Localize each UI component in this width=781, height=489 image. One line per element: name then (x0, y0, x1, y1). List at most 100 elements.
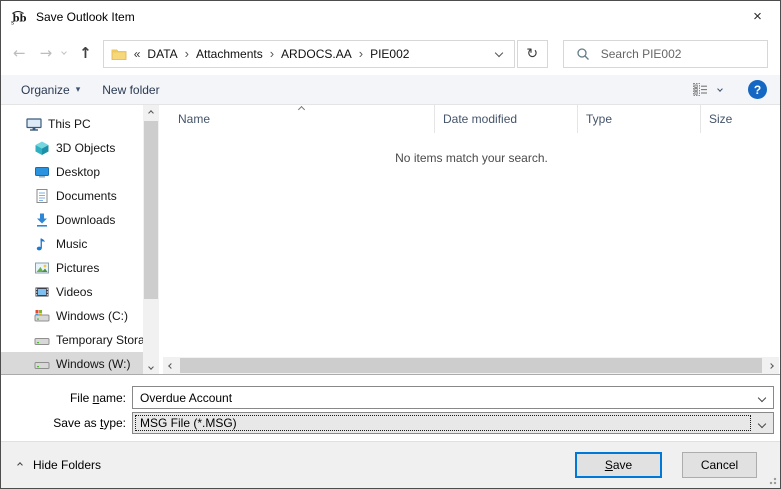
up-icon[interactable]: ↑ (79, 46, 92, 61)
drive-icon (34, 332, 50, 348)
file-name-dropdown-chevron-icon[interactable] (758, 394, 766, 402)
close-icon: × (753, 8, 762, 25)
breadcrumb-item-attachments[interactable]: Attachments (192, 47, 267, 61)
address-bar[interactable]: « DATA›Attachments›ARDOCS.AA›PIE002 (103, 40, 515, 68)
sidebar-item-music[interactable]: Music (1, 232, 143, 256)
resize-grip[interactable] (767, 475, 777, 485)
sidebar-item-videos[interactable]: Videos (1, 280, 143, 304)
breadcrumb-separator-icon: › (359, 46, 363, 61)
sidebar-item-windows-w[interactable]: Windows (W:) (1, 352, 143, 374)
column-header-type[interactable]: Type (577, 105, 700, 133)
new-folder-button[interactable]: New folder (102, 83, 159, 97)
videos-icon (34, 284, 50, 300)
navigation-bar: ← → ↑ « DATA›Attachments›ARDOCS.AA›PIE00… (1, 32, 780, 75)
sidebar-item-documents[interactable]: Documents (1, 184, 143, 208)
save-as-type-label: Save as type: (1, 416, 126, 430)
sidebar-item-label: Music (56, 237, 87, 251)
refresh-button[interactable]: ↻ (517, 40, 548, 68)
sidebar-item-label: Pictures (56, 261, 99, 275)
sidebar-item-downloads[interactable]: Downloads (1, 208, 143, 232)
sidebar-item-label: 3D Objects (56, 141, 115, 155)
save-button-label: Save (605, 458, 632, 472)
column-header-date-modified[interactable]: Date modified (434, 105, 577, 133)
empty-message: No items match your search. (163, 151, 780, 165)
save-button[interactable]: Save (575, 452, 662, 478)
organize-button[interactable]: Organize ▾ (21, 83, 80, 97)
sidebar-item-this-pc[interactable]: This PC (1, 112, 143, 136)
sidebar-item-windows-c[interactable]: Windows (C:) (1, 304, 143, 328)
browse-area: This PC 3D Objects Desktop Documents Dow… (1, 105, 780, 374)
sidebar-item-label: Temporary Stora (56, 333, 143, 347)
folder-icon (111, 47, 127, 61)
sidebar-item-label: Documents (56, 189, 117, 203)
file-name-input[interactable]: Overdue Account (132, 386, 774, 409)
file-name-label: File name: (1, 391, 126, 405)
pictures-icon (34, 260, 50, 276)
file-name-value: Overdue Account (140, 391, 232, 405)
column-header-name[interactable]: Name (163, 105, 434, 133)
view-dropdown-chevron-icon[interactable] (717, 86, 723, 92)
breadcrumb-overflow-icon[interactable]: « (134, 47, 141, 61)
title-bar: Save Outlook Item × (1, 1, 780, 32)
breadcrumb-separator-icon: › (185, 46, 189, 61)
close-button[interactable]: × (735, 1, 780, 32)
sidebar-scrollbar[interactable] (143, 105, 159, 374)
app-icon (10, 9, 26, 25)
sidebar-item-pictures[interactable]: Pictures (1, 256, 143, 280)
documents-icon (34, 188, 50, 204)
save-as-type-select[interactable]: MSG File (*.MSG) (132, 412, 774, 434)
file-list: Name Date modified Type Size No items match… (163, 105, 780, 374)
column-header-label: Date modified (443, 112, 517, 126)
scroll-up-icon[interactable] (143, 105, 159, 120)
3d-objects-icon (34, 140, 50, 156)
details-view-icon[interactable] (693, 83, 708, 96)
save-as-type-dropdown-chevron-icon[interactable] (758, 420, 766, 428)
sidebar-scrollbar-thumb[interactable] (144, 121, 158, 299)
back-icon[interactable]: ← (13, 46, 26, 61)
music-icon (34, 236, 50, 252)
breadcrumb-separator-icon: › (270, 46, 274, 61)
scroll-left-icon[interactable] (163, 357, 179, 374)
hide-folders-button[interactable]: Hide Folders (18, 458, 101, 472)
drive-icon (34, 356, 50, 372)
column-header-size[interactable]: Size (700, 105, 768, 133)
forward-icon[interactable]: → (40, 46, 53, 61)
hide-folders-label: Hide Folders (33, 458, 101, 472)
downloads-icon (34, 212, 50, 228)
scroll-down-icon[interactable] (143, 359, 159, 374)
breadcrumb-item-data[interactable]: DATA (143, 47, 181, 61)
cancel-button-label: Cancel (701, 458, 738, 472)
horizontal-scrollbar-thumb[interactable] (180, 358, 762, 373)
new-folder-label: New folder (102, 83, 159, 97)
search-placeholder: Search PIE002 (601, 47, 682, 61)
save-as-type-row: Save as type: MSG File (*.MSG) (1, 412, 774, 434)
search-input[interactable]: Search PIE002 (563, 40, 768, 68)
file-name-row: File name: Overdue Account (1, 386, 774, 409)
sidebar-item-3d-objects[interactable]: 3D Objects (1, 136, 143, 160)
command-toolbar: Organize ▾ New folder ? (1, 75, 780, 105)
cancel-button[interactable]: Cancel (682, 452, 757, 478)
sidebar-item-label: Windows (C:) (56, 309, 128, 323)
chevron-up-icon (17, 462, 23, 468)
window-title: Save Outlook Item (36, 10, 135, 24)
desktop-icon (34, 164, 50, 180)
scroll-right-icon[interactable] (763, 357, 779, 374)
help-button[interactable]: ? (748, 80, 767, 99)
horizontal-scrollbar[interactable] (163, 357, 779, 374)
refresh-icon: ↻ (526, 45, 538, 62)
address-dropdown-chevron-icon[interactable] (494, 48, 502, 56)
column-header-label: Name (178, 112, 210, 126)
recent-locations-chevron-icon[interactable] (61, 49, 67, 55)
breadcrumb-item-ardocs-aa[interactable]: ARDOCS.AA (277, 47, 356, 61)
sidebar-item-temporary-stora[interactable]: Temporary Stora (1, 328, 143, 352)
sidebar-item-label: Desktop (56, 165, 100, 179)
search-icon (576, 47, 590, 61)
dialog-footer: Hide Folders Save Cancel (1, 441, 780, 488)
column-header-label: Size (709, 112, 732, 126)
file-fields: File name: Overdue Account Save as type:… (1, 374, 780, 441)
sort-ascending-icon[interactable] (297, 106, 304, 113)
column-header-label: Type (586, 112, 612, 126)
sidebar-item-desktop[interactable]: Desktop (1, 160, 143, 184)
save-as-type-value: MSG File (*.MSG) (140, 416, 237, 430)
breadcrumb-item-pie002[interactable]: PIE002 (366, 47, 413, 61)
